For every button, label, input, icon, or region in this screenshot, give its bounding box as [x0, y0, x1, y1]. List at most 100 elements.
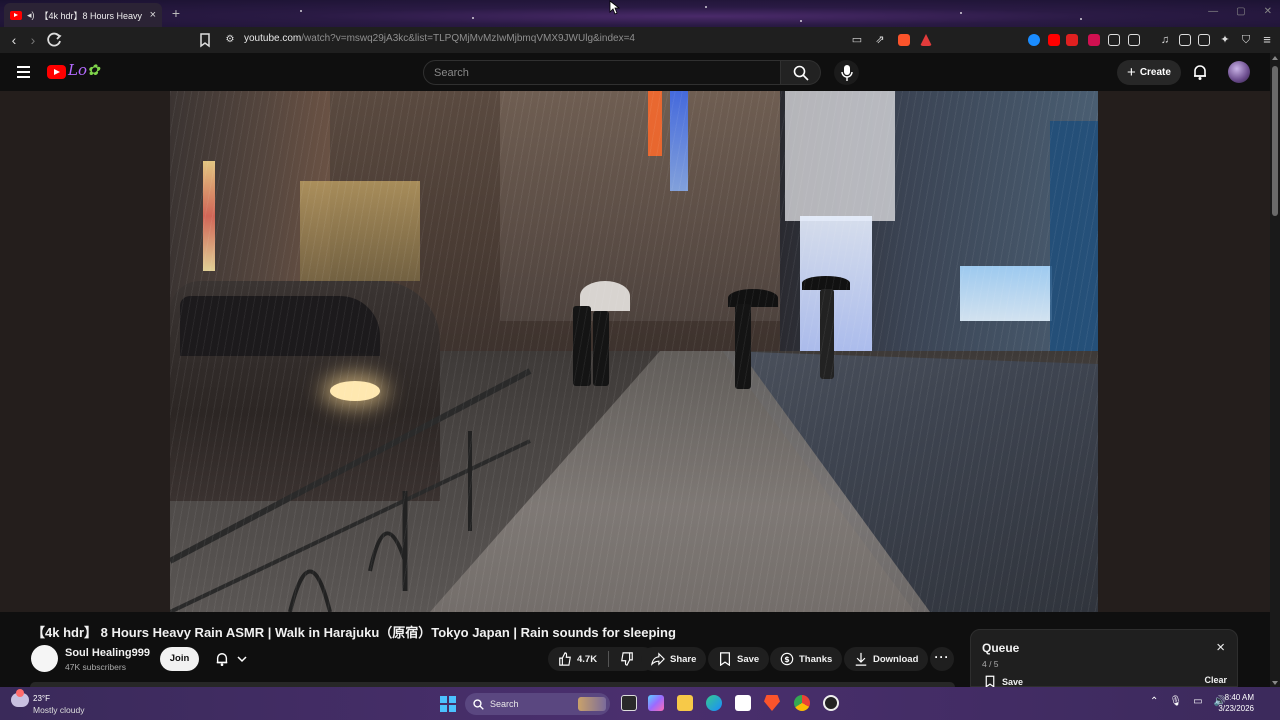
taskbar-search-label: Search: [490, 699, 519, 709]
browser-tab-active[interactable]: ◂) 【4k hdr】8 Hours Heavy Rain ×: [4, 3, 162, 27]
obs-icon[interactable]: [823, 695, 839, 711]
bell-icon[interactable]: [1192, 64, 1208, 80]
thanks-label: Thanks: [799, 653, 833, 665]
search-icon: [473, 698, 484, 710]
weather-icon[interactable]: [11, 689, 29, 707]
share-icon: [651, 652, 665, 666]
queue-title: Queue: [982, 641, 1020, 655]
more-actions-button[interactable]: ···: [930, 647, 954, 671]
youtube-doodle-logo[interactable]: Lo✿: [68, 61, 110, 83]
task-view-icon[interactable]: [621, 695, 637, 711]
hamburger-icon[interactable]: [17, 66, 30, 81]
bookmark-icon: [720, 652, 730, 666]
thumb-down-icon[interactable]: [620, 652, 634, 666]
maximize-icon[interactable]: ▢: [1236, 6, 1245, 17]
file-explorer-icon[interactable]: [677, 695, 693, 711]
background-star: [705, 6, 707, 8]
brave-rewards-icon[interactable]: [920, 34, 932, 46]
share-label: Share: [670, 653, 697, 665]
forward-icon[interactable]: ›: [24, 31, 42, 49]
account-avatar[interactable]: [1228, 61, 1250, 83]
queue-clear-button[interactable]: Clear: [1204, 675, 1227, 685]
leo-ai-icon[interactable]: ✦: [1216, 31, 1234, 49]
download-button[interactable]: Download: [844, 647, 929, 671]
extension-icon[interactable]: [1108, 34, 1120, 46]
extension-icon[interactable]: [1066, 34, 1078, 46]
voice-search-button[interactable]: [834, 60, 859, 85]
subscriber-count: 47K subscribers: [65, 662, 126, 672]
extension-icon[interactable]: [1088, 34, 1100, 46]
chrome-icon[interactable]: [794, 695, 810, 711]
taskbar-search[interactable]: Search: [465, 693, 610, 715]
like-count[interactable]: 4.7K: [577, 654, 597, 665]
minimize-icon[interactable]: —: [1208, 6, 1218, 17]
wallet-icon[interactable]: [1198, 34, 1210, 46]
edge-icon[interactable]: [706, 695, 722, 711]
thanks-button[interactable]: $ Thanks: [770, 647, 843, 671]
brave-shield-icon[interactable]: [898, 34, 910, 46]
media-control-icon[interactable]: ♫: [1156, 31, 1174, 49]
join-button[interactable]: Join: [160, 647, 199, 671]
window-close-icon[interactable]: ✕: [1264, 6, 1272, 17]
background-star: [800, 20, 802, 22]
background-star: [960, 12, 962, 14]
speaker-icon[interactable]: ◂): [27, 10, 35, 21]
background-star: [472, 17, 474, 19]
back-icon[interactable]: ‹: [5, 31, 23, 49]
address-bar[interactable]: youtube.com/watch?v=mswq29jA3kc&list=TLP…: [244, 33, 635, 44]
save-button[interactable]: Save: [708, 647, 770, 671]
close-icon[interactable]: ×: [1216, 640, 1225, 655]
channel-name[interactable]: Soul Healing999: [65, 647, 150, 659]
channel-avatar[interactable]: [31, 645, 58, 672]
download-icon: [855, 652, 867, 666]
bookmark-page-icon[interactable]: [196, 31, 214, 49]
copilot-icon[interactable]: [648, 695, 664, 711]
page-scrollbar[interactable]: [1270, 53, 1280, 687]
site-info-icon[interactable]: ⚙: [221, 31, 239, 49]
vpn-icon[interactable]: ⛉: [1237, 31, 1255, 49]
store-icon[interactable]: [735, 695, 751, 711]
search-box[interactable]: [423, 60, 781, 85]
weather-description[interactable]: Mostly cloudy: [33, 705, 85, 715]
new-tab-button[interactable]: +: [168, 6, 184, 22]
video-player[interactable]: [170, 91, 1098, 612]
youtube-logo-icon[interactable]: [47, 65, 66, 79]
search-highlight-icon: [578, 697, 606, 711]
svg-text:$: $: [784, 655, 789, 664]
weather-temperature[interactable]: 23°F: [33, 694, 50, 703]
clock-time: 8:40 AM: [1224, 693, 1254, 702]
background-star: [1080, 18, 1082, 20]
scrollbar-thumb[interactable]: [1272, 66, 1278, 216]
chevron-up-icon[interactable]: ⌃: [1150, 696, 1158, 707]
scroll-up-icon[interactable]: [1272, 56, 1278, 60]
screenshot-icon[interactable]: [1128, 34, 1140, 46]
download-label: Download: [873, 653, 919, 665]
windows-icon[interactable]: [440, 696, 456, 712]
share-button[interactable]: Share: [641, 647, 707, 671]
youtube-extension-icon[interactable]: [1048, 34, 1060, 46]
share-page-icon[interactable]: ⇗: [871, 31, 889, 49]
cast-icon[interactable]: ▭: [848, 31, 866, 49]
search-button[interactable]: [781, 60, 821, 85]
sidebar-icon[interactable]: [1179, 34, 1191, 46]
network-icon[interactable]: ▭: [1193, 696, 1202, 707]
mic-tray-icon[interactable]: 🎙: [1169, 696, 1182, 707]
menu-icon[interactable]: ≡: [1258, 31, 1276, 49]
plus-icon: +: [1127, 63, 1136, 81]
scroll-down-icon[interactable]: [1272, 681, 1278, 685]
brave-icon[interactable]: [764, 695, 780, 711]
search-input[interactable]: [424, 61, 780, 84]
video-title: 【4k hdr】 8 Hours Heavy Rain ASMR | Walk …: [32, 625, 676, 640]
tab-close-icon[interactable]: ×: [150, 9, 156, 21]
create-button[interactable]: + Create: [1117, 60, 1181, 85]
reload-icon[interactable]: [46, 31, 64, 49]
mic-icon: [840, 64, 853, 81]
video-rain-overlay: [170, 91, 1098, 612]
thumb-up-icon[interactable]: [558, 652, 572, 666]
browser-tab-strip: ◂) 【4k hdr】8 Hours Heavy Rain × + — ▢ ✕: [0, 0, 1280, 27]
taskbar-clock[interactable]: 8:40 AM 3/23/2026: [1218, 692, 1254, 714]
thanks-icon: $: [780, 652, 794, 666]
extension-icon[interactable]: [1028, 34, 1040, 46]
browser-toolbar: ‹ › ⚙ youtube.com/watch?v=mswq29jA3kc&li…: [0, 27, 1280, 53]
subscription-bell-button[interactable]: [207, 647, 254, 671]
